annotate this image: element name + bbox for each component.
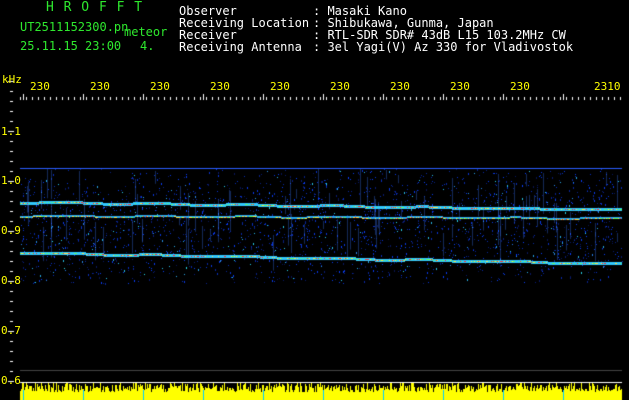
hrofft-window: H R O F F T UT2511152300.pn meteor 25.11… (0, 0, 629, 400)
frame-number: 4. (140, 39, 155, 53)
x-tick-label: 230 (330, 80, 350, 93)
y-tick-label: 0.8 (1, 274, 21, 287)
y-tick-label: 1.1 (1, 125, 21, 138)
x-tick-label: 2310 (594, 80, 621, 93)
x-tick-label: 230 (150, 80, 170, 93)
x-tick-label: 230 (270, 80, 290, 93)
x-tick-label: 230 (210, 80, 230, 93)
x-tick-label: 230 (30, 80, 50, 93)
file-type: meteor (124, 25, 168, 39)
y-axis-unit: kHz (2, 73, 22, 86)
antenna-value: : 3el Yagi(V) Az 330 for Vladivostok (313, 40, 574, 54)
y-tick-label: 0.7 (1, 324, 21, 337)
filename: UT2511152300.pn (20, 20, 129, 34)
y-tick-label: 1.0 (1, 174, 21, 187)
x-tick-label: 230 (90, 80, 110, 93)
date-time: 25.11.15 23:00 (20, 39, 122, 53)
y-tick-label: 0.9 (1, 224, 21, 237)
spectrogram-canvas (0, 0, 629, 400)
x-tick-label: 230 (450, 80, 470, 93)
antenna-label: Receiving Antenna (179, 40, 302, 54)
y-tick-label: 0.6 (1, 374, 21, 387)
x-tick-label: 230 (390, 80, 410, 93)
x-tick-label: 230 (510, 80, 530, 93)
hrofft-logo: H R O F F T (46, 0, 144, 15)
